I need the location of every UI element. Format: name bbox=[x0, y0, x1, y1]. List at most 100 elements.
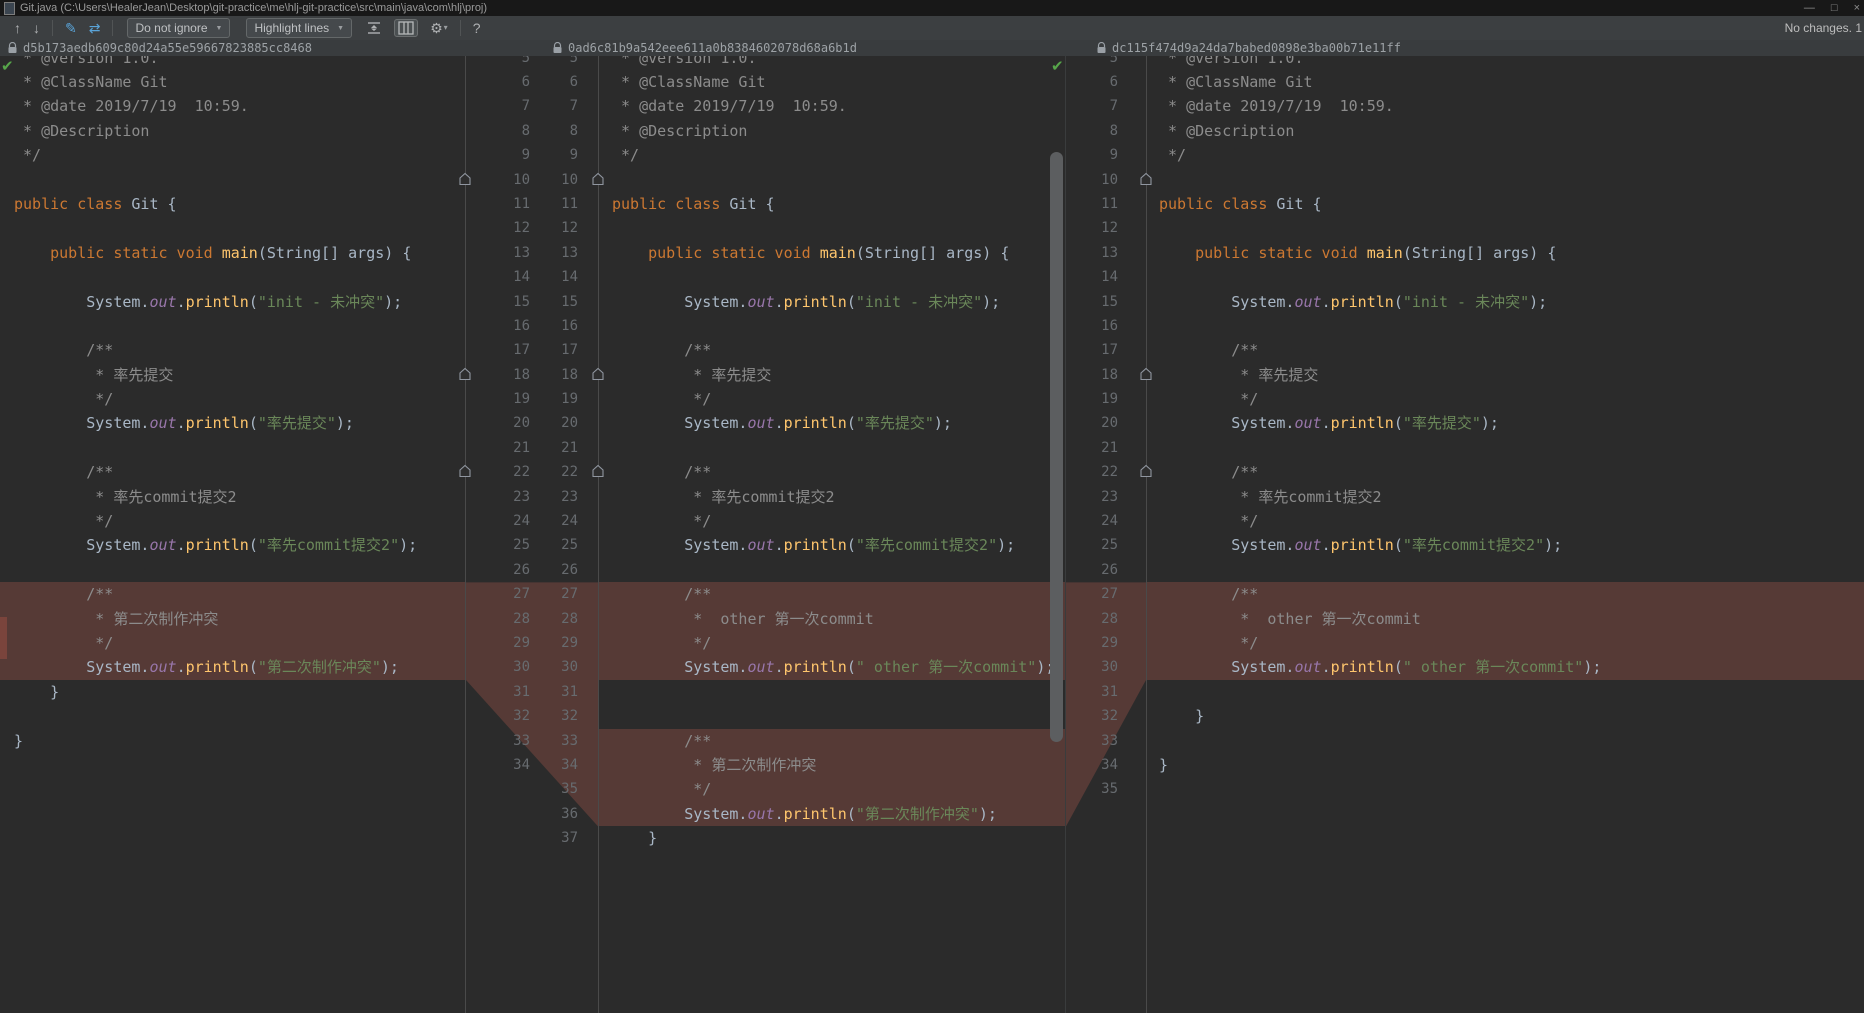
lock-icon bbox=[1097, 42, 1106, 53]
code-line: } bbox=[1159, 707, 1205, 726]
chevron-down-icon: ▾ bbox=[443, 23, 448, 32]
change-marker-icon[interactable] bbox=[1139, 367, 1153, 381]
line-number: 13 bbox=[561, 244, 578, 261]
file-icon bbox=[4, 1, 15, 15]
chevron-down-icon: ▼ bbox=[215, 24, 223, 32]
line-number: 23 bbox=[513, 488, 530, 505]
left-editor-pane[interactable]: * @version 1.0. * @ClassName Git * @date… bbox=[0, 56, 465, 1013]
viewer-toggle-button[interactable] bbox=[394, 19, 419, 37]
settings-gear-button[interactable]: ⚙ ▾ bbox=[430, 18, 448, 38]
gear-icon: ⚙ bbox=[430, 20, 443, 36]
change-marker-icon[interactable] bbox=[458, 464, 472, 478]
code-line: public static void main(String[] args) { bbox=[1195, 243, 1557, 262]
applied-check-icon: ✔ bbox=[1, 58, 14, 75]
change-marker-icon[interactable] bbox=[591, 172, 605, 186]
line-number: 27 bbox=[1101, 586, 1118, 603]
line-number: 24 bbox=[561, 513, 578, 530]
line-number: 30 bbox=[513, 659, 530, 676]
code-line: * @version 1.0. bbox=[1159, 56, 1304, 67]
left-revision-header: d5b173aedb609c80d24a55e59667823885cc8468 bbox=[8, 41, 312, 55]
line-number: 11 bbox=[561, 195, 578, 212]
line-number: 29 bbox=[561, 634, 578, 651]
code-line: public class Git { bbox=[612, 194, 775, 213]
line-number: 31 bbox=[561, 683, 578, 700]
line-number: 30 bbox=[561, 659, 578, 676]
line-number: 14 bbox=[561, 269, 578, 286]
maximize-button[interactable]: □ bbox=[1831, 0, 1838, 16]
code-line: * @ClassName Git bbox=[612, 73, 766, 91]
change-marker-icon[interactable] bbox=[1139, 172, 1153, 186]
code-line: */ bbox=[1159, 390, 1259, 409]
middle-line-numbers: 5 6 7 8 9 10 11 12 13 14 15 16 17 18 19 20 21 22 23 24 25 26 2… bbox=[530, 56, 578, 1013]
line-number: 11 bbox=[1101, 195, 1118, 212]
line-number: 9 bbox=[521, 147, 530, 164]
next-change-button[interactable]: ↓ bbox=[33, 18, 40, 38]
line-number: 21 bbox=[561, 439, 578, 456]
code-line: * @date 2019/7/19 10:59. bbox=[14, 97, 249, 116]
code-line: /** bbox=[1159, 341, 1259, 360]
right-revision-header: dc115f474d9a24da7babed0898e3ba00b71e11ff bbox=[1097, 41, 1401, 55]
ignore-policy-dropdown[interactable]: Do not ignore ▼ bbox=[127, 18, 231, 38]
line-number: 26 bbox=[561, 561, 578, 578]
line-number: 35 bbox=[561, 781, 578, 798]
line-number: 5 bbox=[569, 56, 578, 66]
line-number: 6 bbox=[1109, 74, 1118, 90]
line-number: 34 bbox=[513, 756, 530, 773]
line-number: 27 bbox=[561, 586, 578, 603]
pane-divider bbox=[1146, 56, 1147, 1013]
compare-swap-button[interactable]: ⇄ bbox=[89, 18, 101, 38]
close-button[interactable]: × bbox=[1854, 0, 1860, 16]
code-line: public class Git { bbox=[14, 194, 177, 213]
minimize-button[interactable]: — bbox=[1804, 0, 1815, 16]
line-number: 28 bbox=[561, 610, 578, 627]
code-line: */ bbox=[0, 630, 465, 656]
code-line: * other 第一次commit bbox=[1147, 606, 1864, 631]
line-number: 33 bbox=[513, 732, 530, 749]
code-line: System.out.println("率先commit提交2"); bbox=[1159, 536, 1563, 555]
change-marker-icon[interactable] bbox=[591, 367, 605, 381]
help-button[interactable]: ? bbox=[473, 18, 481, 38]
scrollbar-thumb[interactable] bbox=[1050, 152, 1063, 742]
pane-divider bbox=[598, 56, 599, 1013]
code-line: /** bbox=[1147, 582, 1864, 607]
code-line: * @date 2019/7/19 10:59. bbox=[1159, 97, 1394, 116]
line-number: 21 bbox=[513, 439, 530, 456]
code-line: */ bbox=[599, 630, 1066, 656]
line-number: 13 bbox=[1101, 244, 1118, 261]
change-marker-icon[interactable] bbox=[458, 367, 472, 381]
line-number: 5 bbox=[1109, 56, 1118, 66]
diff-editor[interactable]: * @version 1.0. * @ClassName Git * @date… bbox=[0, 56, 1864, 1013]
line-number: 36 bbox=[561, 805, 578, 822]
previous-change-button[interactable]: ↑ bbox=[14, 18, 21, 38]
change-marker-icon[interactable] bbox=[591, 464, 605, 478]
right-editor-pane[interactable]: * @version 1.0. * @ClassName Git * @date… bbox=[1147, 56, 1864, 1013]
highlight-mode-dropdown[interactable]: Highlight lines ▼ bbox=[246, 18, 353, 38]
code-line: } bbox=[1159, 755, 1169, 774]
line-number: 8 bbox=[521, 122, 530, 139]
line-number: 28 bbox=[513, 610, 530, 627]
change-marker-icon[interactable] bbox=[1139, 464, 1153, 478]
line-number: 12 bbox=[561, 220, 578, 237]
code-line: * @version 1.0. bbox=[14, 56, 159, 67]
collapse-unchanged-button[interactable] bbox=[366, 20, 382, 36]
line-number: 12 bbox=[513, 220, 530, 237]
line-number: 6 bbox=[521, 74, 530, 90]
change-marker-icon[interactable] bbox=[458, 172, 472, 186]
middle-editor-pane[interactable]: * @version 1.0. * @ClassName Git * @date… bbox=[599, 56, 1066, 1013]
line-number: 12 bbox=[1101, 220, 1118, 237]
line-number: 17 bbox=[1101, 342, 1118, 359]
code-line: */ bbox=[1147, 630, 1864, 656]
edit-button[interactable]: ✎ bbox=[65, 18, 77, 38]
code-line: /** bbox=[14, 463, 114, 482]
applied-check-icon: ✔ bbox=[1051, 58, 1064, 75]
